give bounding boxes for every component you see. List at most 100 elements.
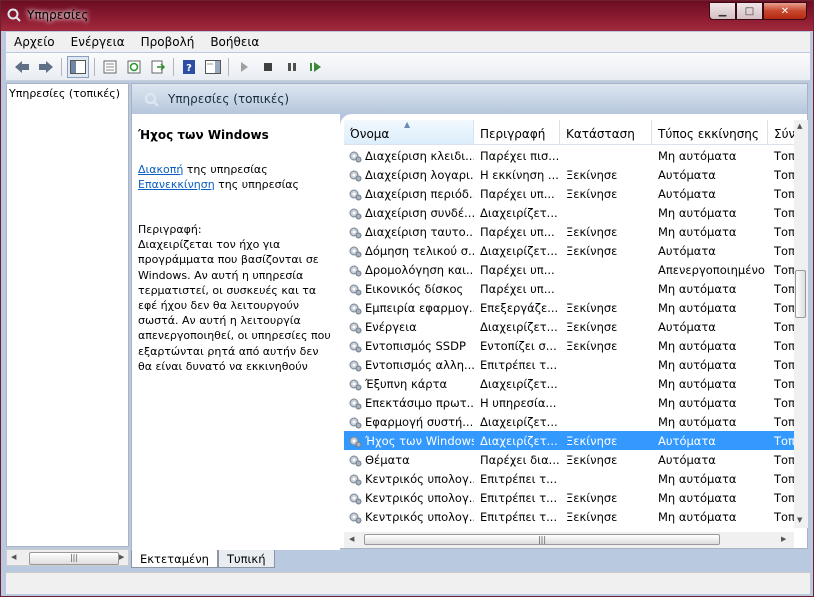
- tree-horizontal-scrollbar[interactable]: ◀ ||| ▶: [6, 549, 129, 566]
- maximize-button[interactable]: □: [736, 2, 763, 20]
- service-row[interactable]: Ήχος των Windows Διαχειρίζετ... Ξεκίνησε Αυ…: [344, 431, 794, 450]
- help-icon: ?: [183, 59, 195, 74]
- service-name-cell: Θέματα: [344, 453, 474, 467]
- tree-item-services-local[interactable]: Υπηρεσίες (τοπικές): [9, 87, 120, 100]
- maximize-icon: □: [744, 5, 755, 17]
- column-header-label: Όνομα: [350, 127, 390, 141]
- service-name: Διαχείριση κλειδι...: [365, 148, 474, 163]
- console-tree: Υπηρεσίες (τοπικές): [6, 83, 129, 547]
- show-hide-action-pane-button[interactable]: [203, 57, 223, 77]
- column-header-startup-type[interactable]: Τύπος εκκίνησης: [652, 120, 768, 144]
- service-row[interactable]: Διαχείριση λογαρι... Η εκκίνηση ... Ξεκίνη…: [344, 165, 794, 184]
- show-hide-tree-button[interactable]: [67, 55, 89, 78]
- scroll-right-icon[interactable]: ▶: [119, 553, 124, 561]
- service-row[interactable]: Επεκτάσιμο πρωτ... Η υπηρεσία... Μη αυτόμα…: [344, 393, 794, 412]
- service-row[interactable]: Κεντρικός υπολογ... Επιτρέπει τ... Ξεκίνησ…: [344, 488, 794, 507]
- service-row[interactable]: Εντοπισμός SSDP Εντοπίζει σ... Ξεκίνησε Μη …: [344, 336, 794, 355]
- minimize-button[interactable]: ▁: [709, 2, 736, 20]
- service-gear-icon: [349, 189, 362, 200]
- service-row[interactable]: Δρομολόγηση και... Παρέχει υπ... Απενεργοπ…: [344, 260, 794, 279]
- view-tabs: Εκτεταμένη Τυπική: [131, 550, 275, 569]
- service-name: Κεντρικός υπολογ...: [365, 509, 474, 524]
- service-row[interactable]: Ενέργεια Διαχειρίζετ... Ξεκίνησε Αυτόματα Το…: [344, 317, 794, 336]
- service-row[interactable]: Εικονικός δίσκος Παρέχει υπ... Μη αυτόματα…: [344, 279, 794, 298]
- service-startup-cell: Μη αυτόματα: [658, 471, 737, 486]
- title-bar[interactable]: Υπηρεσίες ▁ □ ✕: [1, 1, 813, 31]
- service-logon-cell: Τοπ: [774, 167, 794, 182]
- refresh-button[interactable]: [124, 57, 144, 77]
- forward-icon: [39, 60, 53, 73]
- scroll-up-icon[interactable]: ▲: [797, 122, 802, 130]
- restart-service-button[interactable]: [306, 57, 326, 77]
- service-row[interactable]: Διαχείριση ταυτο... Παρέχει υπ... Ξεκίνησε…: [344, 222, 794, 241]
- service-row[interactable]: Διαχείριση κλειδι... Παρέχει πισ... Μη αυτ…: [344, 146, 794, 165]
- service-row[interactable]: Διαχείριση συνδέ... Διαχειρίζετ... Μη αυτό…: [344, 203, 794, 222]
- service-name: Κεντρικός υπολογ...: [365, 490, 474, 505]
- stop-service-button[interactable]: [258, 57, 278, 77]
- column-header-label: Τύπος εκκίνησης: [658, 127, 759, 141]
- service-name: Ήχος των Windows: [365, 433, 474, 448]
- service-row[interactable]: Εμπειρία εφαρμογ... Επεξεργάζε... Ξεκίνησε…: [344, 298, 794, 317]
- service-status-cell: Ξεκίνησε: [566, 319, 618, 334]
- service-name: Εικονικός δίσκος: [365, 281, 464, 296]
- menu-help[interactable]: Βοήθεια: [202, 35, 267, 49]
- service-name: Κεντρικός υπολογ...: [365, 471, 474, 486]
- service-logon-cell: Τοπ: [774, 148, 794, 163]
- forward-button[interactable]: [36, 57, 56, 77]
- scroll-down-icon[interactable]: ▼: [797, 516, 802, 524]
- stop-service-link[interactable]: Διακοπή: [138, 163, 183, 176]
- pause-service-button[interactable]: [282, 57, 302, 77]
- restart-service-icon: [310, 61, 321, 72]
- service-gear-icon: [349, 398, 362, 409]
- column-header-description[interactable]: Περιγραφή: [474, 120, 560, 144]
- properties-icon: [103, 60, 117, 73]
- service-row[interactable]: Κεντρικός υπολογ... Επιτρέπει τ... Μη αυτό…: [344, 469, 794, 488]
- tab-extended[interactable]: Εκτεταμένη: [131, 550, 218, 568]
- service-startup-cell: Μη αυτόματα: [658, 376, 737, 391]
- back-button[interactable]: [12, 57, 32, 77]
- service-row[interactable]: Εντοπισμός αλλη... Επιτρέπει τ... Μη αυτόμ…: [344, 355, 794, 374]
- service-logon-cell: Τοπ: [774, 376, 794, 391]
- tree-scroll-thumb[interactable]: |||: [29, 552, 119, 565]
- service-row[interactable]: Δόμηση τελικού σ... Διαχειρίζετ... Ξεκίνησ…: [344, 241, 794, 260]
- service-description-cell: Παρέχει δια...: [480, 452, 560, 467]
- properties-button[interactable]: [100, 57, 120, 77]
- column-header-status[interactable]: Κατάσταση: [560, 120, 652, 144]
- menu-action[interactable]: Ενέργεια: [63, 35, 133, 49]
- list-vscroll-thumb[interactable]: [795, 270, 806, 318]
- column-header-name[interactable]: ▲ Όνομα: [344, 120, 474, 144]
- service-gear-icon: [349, 208, 362, 219]
- service-gear-icon: [349, 360, 362, 371]
- service-row[interactable]: Κεντρικός υπολογ... Επιτρέπει τ... Ξεκίνησ…: [344, 507, 794, 526]
- list-hscroll-thumb[interactable]: |||: [364, 534, 720, 545]
- list-vertical-scrollbar[interactable]: ▲ ▼: [794, 120, 808, 528]
- service-status-cell: Ξεκίνησε: [566, 186, 618, 201]
- start-service-button[interactable]: [234, 57, 254, 77]
- service-startup-cell: Μη αυτόματα: [658, 224, 737, 239]
- export-list-button[interactable]: [148, 57, 168, 77]
- service-row[interactable]: Εφαρμογή συστή... Διαχειρίζετ... Μη αυτόμα…: [344, 412, 794, 431]
- service-row[interactable]: Έξυπνη κάρτα Διαχειρίζετ... Μη αυτόματα Τοπ: [344, 374, 794, 393]
- service-row[interactable]: Διαχείριση περιόδ... Παρέχει υπ... Ξεκίνησ…: [344, 184, 794, 203]
- service-row[interactable]: Θέματα Παρέχει δια... Ξεκίνησε Αυτόματα Τοπ: [344, 450, 794, 469]
- service-name-cell: Κεντρικός υπολογ...: [344, 491, 474, 505]
- scroll-left-icon[interactable]: ◀: [11, 553, 16, 561]
- service-row[interactable]: Κεντρικός υπολογ...Η υπηρεσία...Ξεκίνησε…: [344, 526, 794, 528]
- menu-file[interactable]: Αρχείο: [6, 35, 63, 49]
- service-description-cell: Επιτρέπει τ...: [480, 357, 558, 372]
- close-button[interactable]: ✕: [763, 2, 807, 20]
- service-startup-cell: Αυτόματα: [658, 452, 716, 467]
- service-logon-cell: Τοπ: [774, 452, 794, 467]
- tab-standard[interactable]: Τυπική: [217, 550, 275, 568]
- restart-service-link[interactable]: Επανεκκίνηση: [138, 178, 215, 191]
- menu-view[interactable]: Προβολή: [133, 35, 203, 49]
- list-horizontal-scrollbar[interactable]: ◀ ||| ▶: [344, 532, 794, 548]
- help-button[interactable]: ?: [179, 57, 199, 77]
- scroll-left-icon[interactable]: ◀: [349, 535, 354, 543]
- service-gear-icon: [349, 455, 362, 466]
- service-logon-cell: Τοπ: [774, 281, 794, 296]
- service-startup-cell: Αυτόματα: [658, 243, 716, 258]
- scroll-right-icon[interactable]: ▶: [781, 535, 786, 543]
- service-description-cell: Παρέχει υπ...: [480, 186, 555, 201]
- service-name: Διαχείριση ταυτο...: [365, 224, 474, 239]
